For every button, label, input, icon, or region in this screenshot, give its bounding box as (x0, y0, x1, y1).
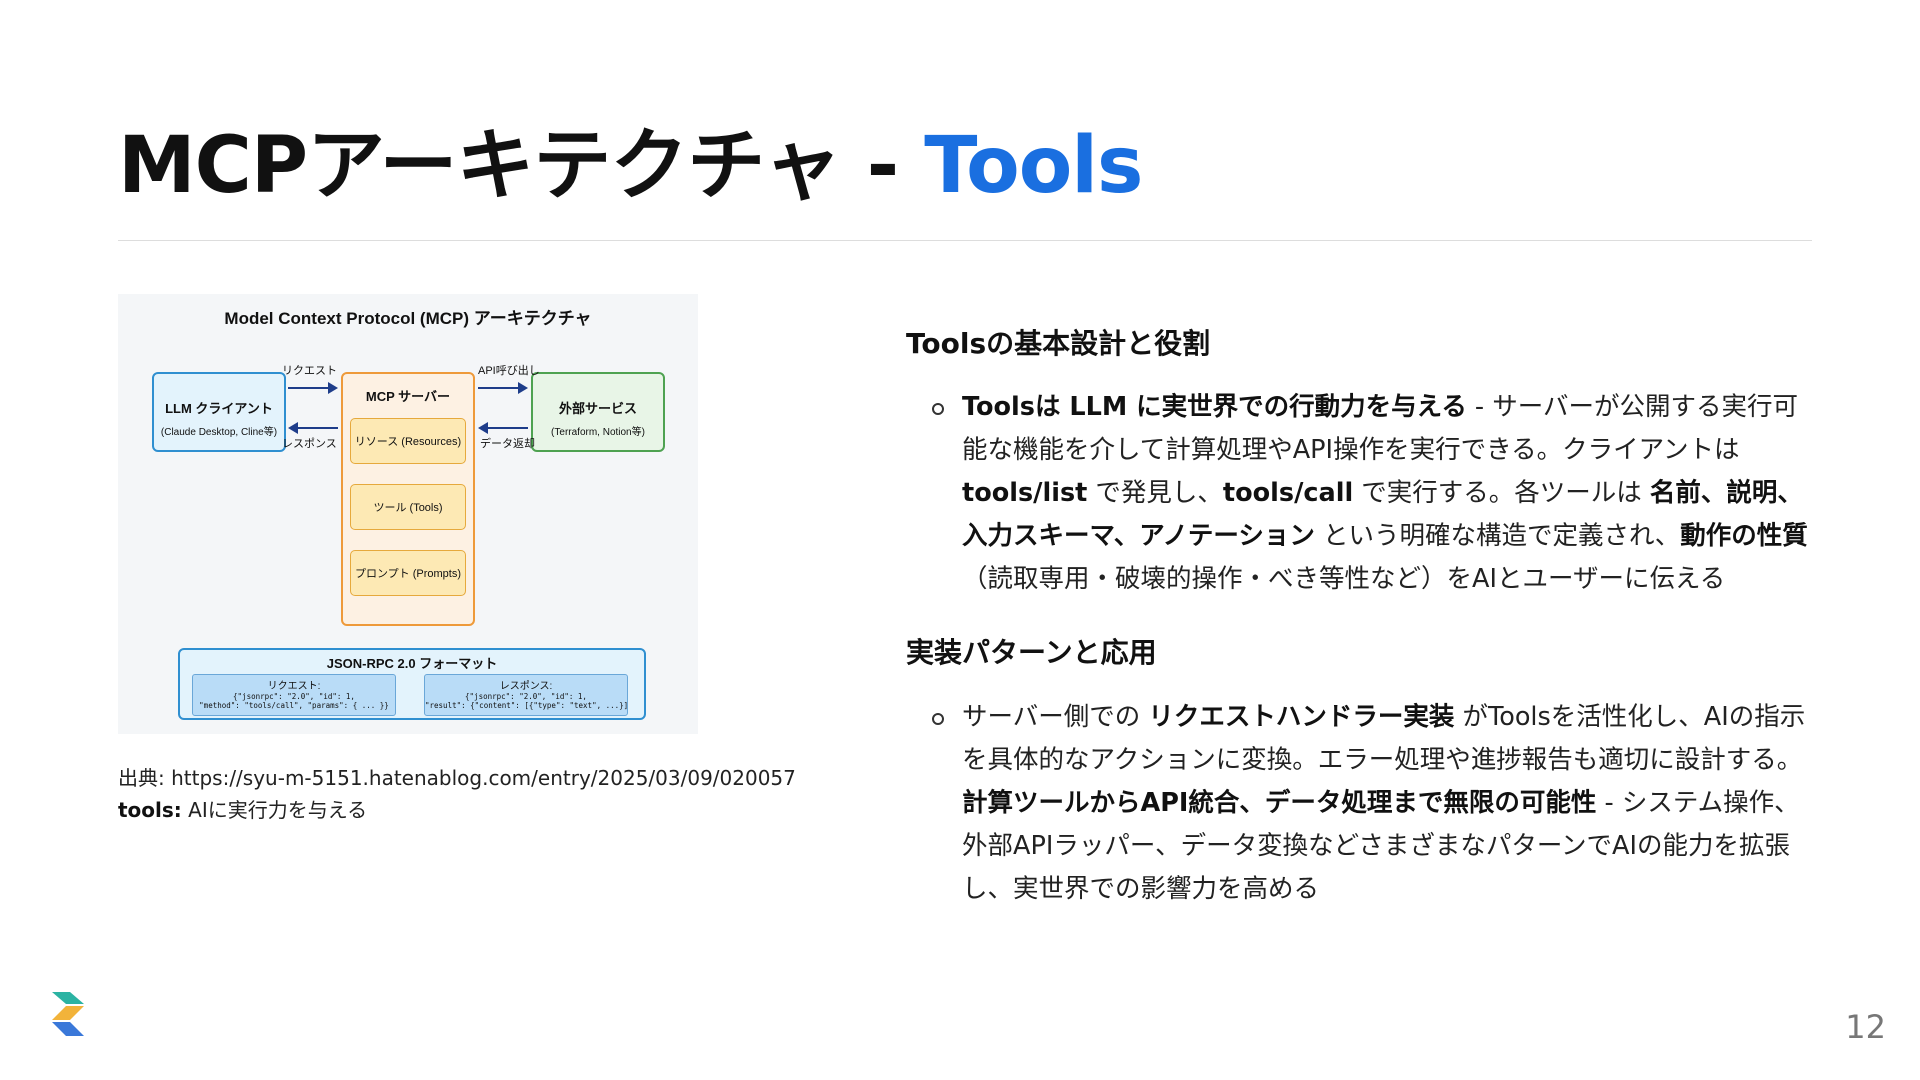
external-service-box: 外部サービス (Terraform, Notion等) (531, 372, 665, 452)
page-number: 12 (1845, 1008, 1886, 1046)
list-item: Toolsは LLM に実世界での行動力を与える - サーバーが公開する実行可能… (906, 386, 1814, 601)
caption-source-label: 出典: (118, 766, 165, 790)
bullet-bold-text: 動作の性質 (1680, 521, 1808, 552)
request-arrow-label: リクエスト (282, 365, 337, 377)
caption-source-line: 出典: https://syu-m-5151.hatenablog.com/en… (118, 762, 796, 794)
section-heading-basics: Toolsの基本設計と役割 (906, 327, 1211, 360)
mcp-server-name: MCP サーバー (365, 389, 451, 404)
diagram-title: Model Context Protocol (MCP) アーキテクチャ (224, 309, 592, 328)
json-rpc-response-box: レスポンス: {"jsonrpc": "2.0", "id": 1, "resu… (424, 674, 628, 716)
mcp-item-tools: ツール (Tools) (350, 484, 466, 530)
bullet-text: サーバー側での (962, 701, 1149, 732)
mcp-item-prompts: プロンプト (Prompts) (350, 550, 466, 596)
content-column: Toolsの基本設計と役割 Toolsは LLM に実世界での行動力を与える -… (906, 326, 1814, 911)
mcp-item-resources: リソース (Resources) (350, 418, 466, 464)
bullet-bold-text: Toolsは LLM に実世界での行動力を与える (962, 392, 1467, 423)
slide-title-main: MCPアーキテクチャ - (118, 121, 925, 211)
section-patterns-list: サーバー側での リクエストハンドラー実装 がToolsを活性化し、AIの指示を具… (906, 696, 1814, 911)
api-call-arrow-label: API呼び出し (478, 365, 540, 377)
external-service-sub: (Terraform, Notion等) (551, 427, 645, 438)
api-call-arrow (478, 382, 528, 394)
json-rpc-request-box: リクエスト: {"jsonrpc": "2.0", "id": 1, "meth… (192, 674, 396, 716)
json-rpc-request-line2: "method": "tools/call", "params": { ... … (199, 701, 389, 711)
section-heading-patterns: 実装パターンと応用 (906, 636, 1157, 670)
caption-tools-label: tools: (118, 798, 182, 822)
response-arrow-label: レスポンス (282, 438, 337, 450)
data-return-arrow-label: データ返却 (480, 438, 535, 450)
section-basics-list: Toolsは LLM に実世界での行動力を与える - サーバーが公開する実行可能… (906, 386, 1814, 601)
json-rpc-request-title: リクエスト: (267, 681, 321, 692)
llm-client-name: LLM クライアント (165, 401, 273, 416)
bullet-text: （読取専用・破壊的操作・べき等性など）をAIとユーザーに伝える (962, 564, 1726, 595)
caption-tools-text: AIに実行力を与える (188, 798, 368, 822)
json-rpc-response-title: レスポンス: (499, 681, 553, 692)
json-rpc-response-line1: {"jsonrpc": "2.0", "id": 1, (465, 692, 587, 701)
llm-client-sub: (Claude Desktop, Cline等) (160, 427, 278, 438)
mcp-server-box: MCP サーバー リソース (Resources) ツール (Tools) プロ… (341, 372, 475, 626)
data-return-arrow (478, 422, 528, 434)
response-arrow (288, 422, 338, 434)
json-rpc-response-line2: "result": {"content": [{"type": "text", … (425, 701, 627, 711)
json-rpc-box: JSON-RPC 2.0 フォーマット リクエスト: {"jsonrpc": "… (178, 648, 646, 720)
bullet-text: で実行する。各ツールは (1353, 478, 1650, 509)
title-divider (118, 240, 1812, 241)
bullet-text: という明確な構造で定義され、 (1314, 521, 1681, 552)
list-item: サーバー側での リクエストハンドラー実装 がToolsを活性化し、AIの指示を具… (906, 696, 1814, 911)
json-rpc-title: JSON-RPC 2.0 フォーマット (326, 656, 498, 671)
bullet-text: で発見し、 (1087, 478, 1223, 509)
bullet-code-tools-call: tools/call (1222, 478, 1354, 509)
brand-logo-icon (52, 992, 84, 1036)
bullet-code-tools-list: tools/list (962, 478, 1088, 509)
diagram-caption: 出典: https://syu-m-5151.hatenablog.com/en… (118, 762, 796, 826)
json-rpc-request-line1: {"jsonrpc": "2.0", "id": 1, (233, 692, 355, 701)
caption-tools-line: tools: AIに実行力を与える (118, 794, 796, 826)
slide-title-accent: Tools (924, 121, 1143, 211)
llm-client-box: LLM クライアント (Claude Desktop, Cline等) (152, 372, 286, 452)
mcp-architecture-diagram: Model Context Protocol (MCP) アーキテクチャ LLM… (118, 294, 698, 734)
request-arrow (288, 382, 338, 394)
bullet-bold-text: リクエストハンドラー実装 (1148, 701, 1455, 732)
slide-title: MCPアーキテクチャ - Tools (118, 121, 1143, 211)
bullet-bold-text: 計算ツールからAPI統合、データ処理まで無限の可能性 (962, 787, 1597, 818)
external-service-name: 外部サービス (558, 401, 637, 416)
caption-source-url[interactable]: https://syu-m-5151.hatenablog.com/entry/… (171, 766, 796, 790)
